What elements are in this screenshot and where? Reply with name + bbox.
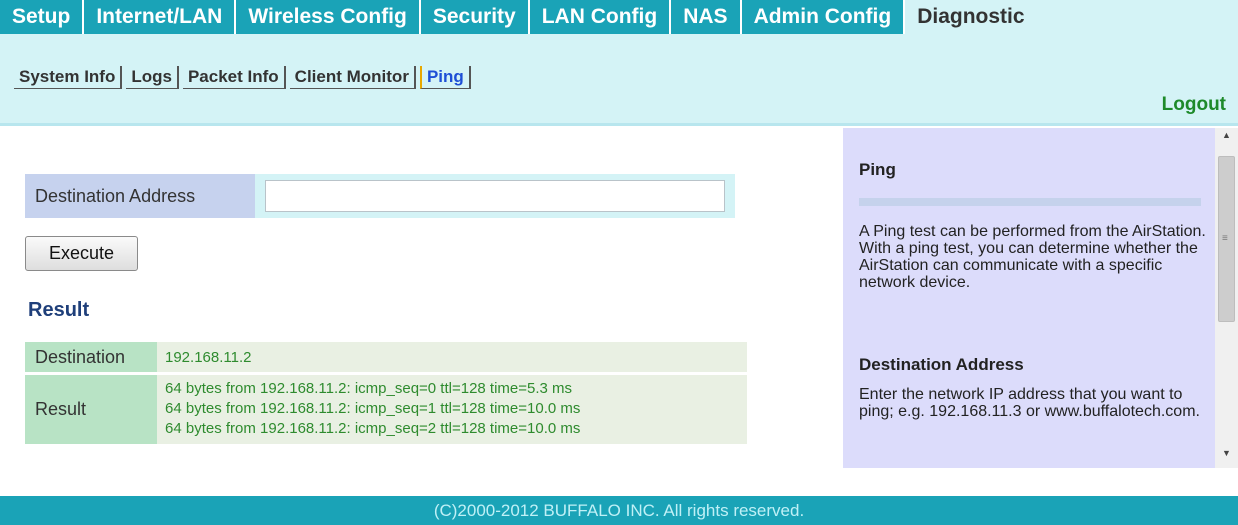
subtab-packet-info[interactable]: Packet Info bbox=[182, 65, 286, 89]
tab-nas[interactable]: NAS bbox=[671, 0, 742, 34]
help-subheading: Destination Address bbox=[859, 355, 1024, 374]
tab-admin-config[interactable]: Admin Config bbox=[741, 0, 906, 34]
tab-diagnostic[interactable]: Diagnostic bbox=[905, 0, 1238, 34]
tab-wireless-config[interactable]: Wireless Config bbox=[236, 0, 421, 34]
subtab-bar-area: System Info Logs Packet Info Client Moni… bbox=[0, 34, 1238, 124]
result-output: 64 bytes from 192.168.11.2: icmp_seq=0 t… bbox=[157, 373, 747, 444]
help-scrollbar[interactable]: ▲ ≡ ▼ bbox=[1215, 128, 1238, 468]
help-title: Ping bbox=[859, 160, 896, 179]
destination-address-input[interactable] bbox=[265, 180, 725, 212]
result-output-row: Result 64 bytes from 192.168.11.2: icmp_… bbox=[25, 373, 747, 444]
subtab-client-monitor[interactable]: Client Monitor bbox=[289, 65, 416, 89]
result-heading: Result bbox=[28, 299, 90, 321]
destination-label: Destination bbox=[25, 342, 157, 375]
help-paragraph: A Ping test can be performed from the Ai… bbox=[859, 223, 1206, 291]
result-line: 64 bytes from 192.168.11.2: icmp_seq=0 t… bbox=[165, 380, 573, 398]
scroll-up-arrow-icon[interactable]: ▲ bbox=[1215, 130, 1238, 148]
subtab-bar: System Info Logs Packet Info Client Moni… bbox=[14, 64, 475, 90]
grip-icon: ≡ bbox=[1222, 233, 1228, 244]
tab-lan-config[interactable]: LAN Config bbox=[529, 0, 672, 34]
destination-address-row: Destination Address bbox=[25, 174, 735, 218]
logout-link[interactable]: Logout bbox=[1162, 94, 1226, 116]
nav-divider bbox=[0, 123, 1238, 126]
tab-security[interactable]: Security bbox=[420, 0, 530, 34]
subtab-system-info[interactable]: System Info bbox=[14, 65, 123, 89]
result-line: 64 bytes from 192.168.11.2: icmp_seq=2 t… bbox=[165, 420, 581, 438]
help-separator bbox=[859, 198, 1201, 206]
destination-address-label: Destination Address bbox=[25, 174, 255, 218]
help-panel: Ping A Ping test can be performed from t… bbox=[843, 128, 1215, 468]
scrollbar-thumb[interactable]: ≡ bbox=[1218, 156, 1235, 322]
subtab-ping[interactable]: Ping bbox=[419, 65, 471, 89]
result-destination-row: Destination 192.168.11.2 bbox=[25, 342, 747, 375]
tab-internet-lan[interactable]: Internet/LAN bbox=[84, 0, 237, 34]
result-table: Destination 192.168.11.2 Result 64 bytes… bbox=[25, 342, 747, 444]
footer-copyright: (C)2000-2012 BUFFALO INC. All rights res… bbox=[0, 496, 1238, 525]
result-label: Result bbox=[25, 373, 157, 444]
tab-setup[interactable]: Setup bbox=[0, 0, 85, 34]
subtab-logs[interactable]: Logs bbox=[126, 65, 179, 89]
result-line: 64 bytes from 192.168.11.2: icmp_seq=1 t… bbox=[165, 400, 581, 418]
help-paragraph: Enter the network IP address that you wa… bbox=[859, 386, 1200, 420]
scroll-down-arrow-icon[interactable]: ▼ bbox=[1215, 448, 1238, 466]
destination-value: 192.168.11.2 bbox=[157, 342, 747, 375]
execute-button[interactable]: Execute bbox=[25, 236, 138, 271]
main-tab-bar: Setup Internet/LAN Wireless Config Secur… bbox=[0, 0, 1238, 34]
